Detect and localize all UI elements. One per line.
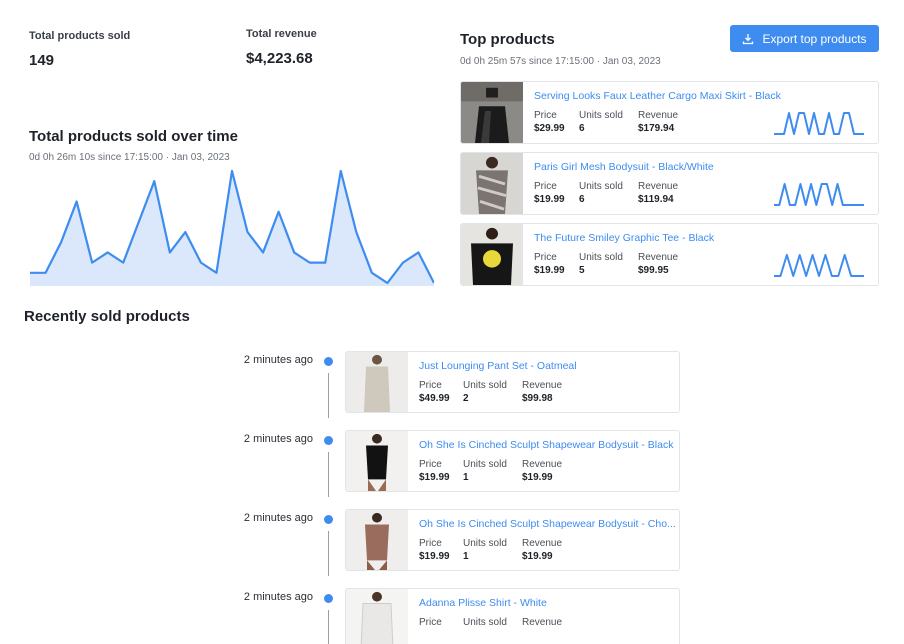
sparkline (774, 254, 864, 277)
revenue-label: Revenue (522, 380, 563, 391)
total-products-sold-label: Total products sold (29, 30, 131, 42)
product-thumbnail (346, 431, 408, 491)
top-products-subtitle: 0d 0h 25m 57s since 17:15:00 · Jan 03, 2… (460, 56, 661, 67)
sparkline-series (774, 112, 864, 135)
total-products-sold-value: 149 (29, 52, 55, 69)
revenue-value: $99.98 (522, 393, 553, 404)
price-label: Price (419, 617, 442, 628)
product-thumbnail (346, 589, 408, 644)
price-label: Price (419, 380, 442, 391)
price-value: $29.99 (534, 123, 565, 134)
units-sold-value: 5 (579, 265, 585, 276)
revenue-value: $179.94 (638, 123, 675, 134)
sold-time: 2 minutes ago (243, 354, 313, 366)
product-thumbnail (461, 224, 523, 285)
top-product-card[interactable]: The Future Smiley Graphic Tee - Black Pr… (460, 223, 879, 286)
units-sold-label: Units sold (463, 617, 507, 628)
top-product-card[interactable]: Serving Looks Faux Leather Cargo Maxi Sk… (460, 81, 879, 144)
units-sold-value: 1 (463, 551, 469, 562)
timeline-dot (324, 515, 333, 524)
price-label: Price (419, 538, 442, 549)
revenue-label: Revenue (638, 252, 679, 263)
units-sold-label: Units sold (579, 252, 623, 263)
top-products-title: Top products (460, 31, 555, 48)
units-sold-value: 6 (579, 123, 585, 134)
timeline-line (328, 531, 329, 576)
revenue-value: $119.94 (638, 194, 674, 205)
timeline-dot (324, 436, 333, 445)
revenue-label: Revenue (638, 181, 679, 192)
revenue-value: $19.99 (522, 551, 553, 562)
product-thumbnail (461, 82, 523, 143)
recent-product-name[interactable]: Oh She Is Cinched Sculpt Shapewear Bodys… (419, 518, 677, 530)
recent-product-name[interactable]: Adanna Plisse Shirt - White (419, 597, 677, 609)
revenue-label: Revenue (522, 538, 563, 549)
revenue-label: Revenue (638, 110, 679, 121)
recent-product-name[interactable]: Just Lounging Pant Set - Oatmeal (419, 360, 677, 372)
price-value: $19.99 (534, 265, 565, 276)
units-sold-label: Units sold (463, 380, 507, 391)
export-top-products-label: Export top products (762, 31, 867, 46)
total-revenue-value: $4,223.68 (246, 50, 313, 67)
units-sold-label: Units sold (463, 459, 507, 470)
price-label: Price (534, 181, 557, 192)
sold-time: 2 minutes ago (243, 512, 313, 524)
total-revenue-label: Total revenue (246, 28, 317, 40)
revenue-label: Revenue (522, 459, 563, 470)
sold-over-time-title: Total products sold over time (29, 128, 238, 145)
price-value: $19.99 (419, 472, 450, 483)
price-value: $19.99 (534, 194, 565, 205)
download-icon (743, 33, 754, 44)
sold-over-time-chart (30, 169, 434, 286)
price-value: $49.99 (419, 393, 450, 404)
sold-time: 2 minutes ago (243, 591, 313, 603)
sold-time: 2 minutes ago (243, 433, 313, 445)
units-sold-value: 6 (579, 194, 585, 205)
timeline-line (328, 373, 329, 418)
top-product-card[interactable]: Paris Girl Mesh Bodysuit - Black/White P… (460, 152, 879, 215)
product-thumbnail (346, 510, 408, 570)
price-label: Price (534, 252, 557, 263)
recently-sold-title: Recently sold products (24, 308, 190, 325)
price-label: Price (419, 459, 442, 470)
revenue-label: Revenue (522, 617, 563, 628)
revenue-value: $99.95 (638, 265, 669, 276)
recent-product-card[interactable]: Oh She Is Cinched Sculpt Shapewear Bodys… (345, 430, 680, 492)
top-product-name[interactable]: The Future Smiley Graphic Tee - Black (534, 232, 864, 244)
recent-product-card[interactable]: Adanna Plisse Shirt - White Price Units … (345, 588, 680, 644)
recent-product-card[interactable]: Oh She Is Cinched Sculpt Shapewear Bodys… (345, 509, 680, 571)
product-thumbnail (461, 153, 523, 214)
units-sold-value: 1 (463, 472, 469, 483)
export-top-products-button[interactable]: Export top products (730, 25, 879, 52)
timeline-dot (324, 357, 333, 366)
recent-product-name[interactable]: Oh She Is Cinched Sculpt Shapewear Bodys… (419, 439, 677, 451)
timeline-dot (324, 594, 333, 603)
timeline-line (328, 452, 329, 497)
sparkline-series (774, 254, 864, 277)
top-product-name[interactable]: Paris Girl Mesh Bodysuit - Black/White (534, 161, 864, 173)
area-fill (30, 171, 434, 286)
sparkline-series (774, 183, 864, 206)
units-sold-label: Units sold (463, 538, 507, 549)
price-value: $19.99 (419, 551, 450, 562)
sold-over-time-subtitle: 0d 0h 26m 10s since 17:15:00 · Jan 03, 2… (29, 152, 230, 163)
timeline-line (328, 610, 329, 644)
sparkline (774, 183, 864, 206)
revenue-value: $19.99 (522, 472, 553, 483)
sparkline (774, 112, 864, 135)
product-thumbnail (346, 352, 408, 412)
recent-product-card[interactable]: Just Lounging Pant Set - Oatmeal Price $4… (345, 351, 680, 413)
units-sold-label: Units sold (579, 181, 623, 192)
top-product-name[interactable]: Serving Looks Faux Leather Cargo Maxi Sk… (534, 90, 864, 102)
units-sold-label: Units sold (579, 110, 623, 121)
units-sold-value: 2 (463, 393, 469, 404)
price-label: Price (534, 110, 557, 121)
